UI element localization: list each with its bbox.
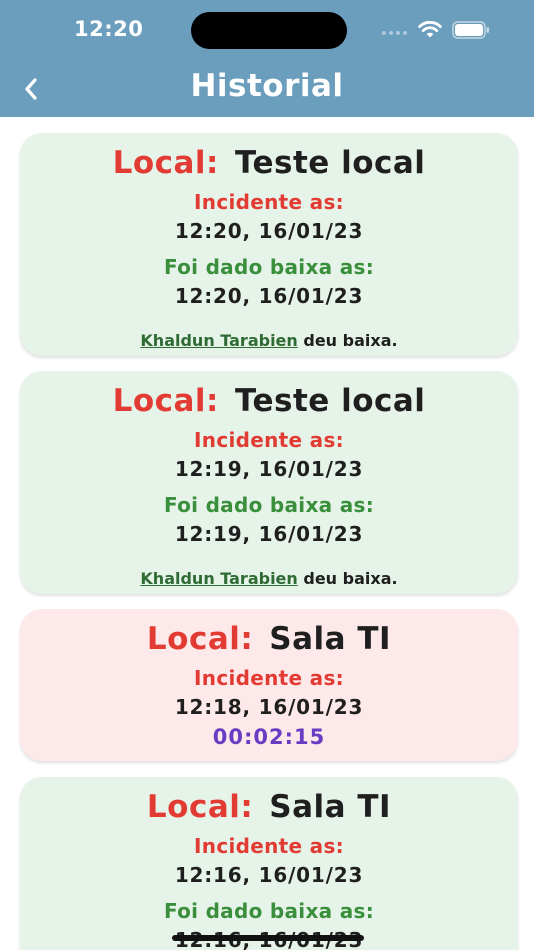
local-value: Teste local — [234, 383, 426, 419]
resolver-link[interactable]: Khaldun Tarabien — [140, 569, 297, 588]
local-value: Sala TI — [269, 621, 392, 657]
resolved-time: 12:19, 16/01/23 — [174, 522, 364, 546]
resolver-suffix: deu baixa. — [303, 569, 398, 588]
wifi-icon — [418, 20, 442, 38]
resolver-line: Khaldun Tarabien deu baixa. — [20, 331, 518, 351]
header-bar: 12:20 Historial — [0, 0, 534, 117]
incident-time: 12:16, 16/01/23 — [174, 863, 364, 887]
elapsed-timer: 00:02:15 — [212, 725, 326, 749]
resolver-suffix: deu baixa. — [303, 331, 398, 350]
incident-label: Incidente as: — [194, 666, 344, 690]
screen: 12:20 Historial Local: Teste local Incid… — [0, 0, 534, 950]
incident-label: Incidente as: — [194, 428, 344, 452]
resolver-line: Khaldun Tarabien deu baixa. — [20, 569, 518, 589]
resolved-label: Foi dado baixa as: — [163, 255, 375, 279]
local-value: Teste local — [234, 145, 426, 181]
resolver-link[interactable]: Khaldun Tarabien — [140, 331, 297, 350]
resolved-label: Foi dado baixa as: — [163, 899, 375, 923]
home-indicator[interactable] — [172, 935, 364, 941]
local-label: Local: — [146, 621, 254, 657]
resolved-time: 12:20, 16/01/23 — [174, 284, 364, 308]
resolved-label: Foi dado baixa as: — [163, 493, 375, 517]
incident-label: Incidente as: — [194, 190, 344, 214]
local-label: Local: — [112, 383, 219, 419]
incident-time: 12:18, 16/01/23 — [174, 695, 364, 719]
incident-time: 12:19, 16/01/23 — [174, 457, 364, 481]
local-label: Local: — [112, 145, 219, 181]
cellular-signal-icon — [382, 31, 407, 35]
local-value: Sala TI — [269, 789, 392, 825]
battery-icon — [452, 21, 489, 39]
local-label: Local: — [146, 789, 254, 825]
card-title: Local: Teste local — [20, 133, 518, 183]
dynamic-island — [191, 12, 347, 49]
card-title: Local: Sala TI — [20, 609, 518, 659]
history-card[interactable]: Local: Teste local Incidente as: 12:19, 1… — [20, 371, 518, 594]
page-title: Historial — [190, 68, 344, 104]
history-card[interactable]: Local: Teste local Incidente as: 12:20, 1… — [20, 133, 518, 356]
incident-time: 12:20, 16/01/23 — [174, 219, 364, 243]
history-card-active[interactable]: Local: Sala TI Incidente as: 12:18, 16/01… — [20, 609, 518, 761]
history-card[interactable]: Local: Sala TI Incidente as: 12:16, 16/01… — [20, 777, 518, 950]
card-title: Local: Teste local — [20, 371, 518, 421]
history-list: Local: Teste local Incidente as: 12:20, 1… — [20, 133, 518, 950]
status-time: 12:20 — [74, 17, 144, 41]
card-title: Local: Sala TI — [20, 777, 518, 827]
incident-label: Incidente as: — [194, 834, 344, 858]
